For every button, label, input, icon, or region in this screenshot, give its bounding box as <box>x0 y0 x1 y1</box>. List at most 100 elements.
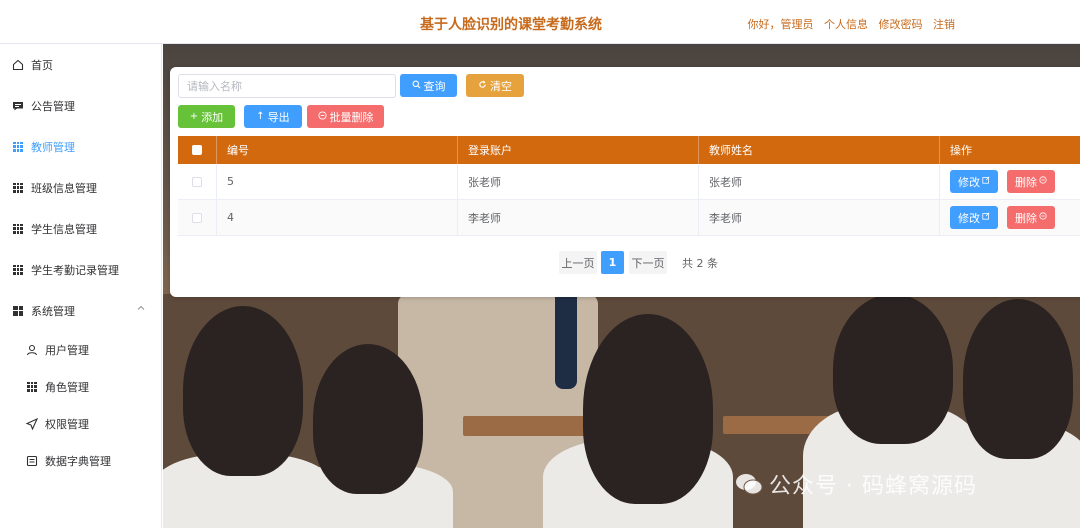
sidebar-item-label: 学生信息管理 <box>31 222 97 236</box>
search-input[interactable] <box>178 74 396 98</box>
chevron-up-icon <box>137 305 145 310</box>
add-button-label: 添加 <box>201 110 224 124</box>
send-icon <box>26 417 38 430</box>
cell-account: 李老师 <box>458 200 699 235</box>
cell-actions: 修改 删除 <box>940 200 1080 235</box>
delete-button[interactable]: 删除 <box>1007 170 1055 193</box>
table-row: 5 张老师 张老师 修改 删除 <box>178 164 1080 200</box>
cell-actions: 修改 删除 <box>940 164 1080 199</box>
page-number-button[interactable]: 1 <box>601 251 624 274</box>
user-icon <box>26 344 38 356</box>
background-student <box>583 314 713 504</box>
greeting-text: 你好，管理员 <box>747 18 814 31</box>
sidebar-item-label: 教师管理 <box>31 140 75 154</box>
teacher-management-panel: 查询 清空 + 添加 ↑ 导出 批量删除 编号 登录账户 教师姓名 操作 5 张… <box>170 67 1080 297</box>
watermark-text: 公众号 · 码蜂窝源码 <box>769 474 977 499</box>
grid-icon <box>12 223 24 235</box>
edit-button-label: 修改 <box>958 175 980 189</box>
sidebar-item-announcements[interactable]: 公告管理 <box>0 85 161 126</box>
minus-circle-icon <box>1039 212 1047 223</box>
sidebar-item-label: 角色管理 <box>45 380 89 394</box>
grid-icon <box>12 182 24 194</box>
table-header: 编号 登录账户 教师姓名 操作 <box>178 136 1080 164</box>
sidebar-item-teachers[interactable]: 教师管理 <box>0 126 161 167</box>
sidebar-item-label: 首页 <box>31 58 53 72</box>
watermark: 公众号 · 码蜂窝源码 <box>735 468 977 500</box>
grid-icon <box>12 264 24 276</box>
table-row: 4 李老师 李老师 修改 删除 <box>178 200 1080 236</box>
dictionary-icon <box>26 455 38 467</box>
background-student <box>963 299 1073 459</box>
background-student <box>313 344 423 494</box>
user-area: 你好，管理员 个人信息 修改密码 注销 <box>748 16 956 32</box>
cell-id: 5 <box>217 164 458 199</box>
sidebar-item-label: 权限管理 <box>45 417 89 431</box>
minus-circle-icon <box>1039 176 1047 187</box>
query-button[interactable]: 查询 <box>400 74 457 97</box>
grid-icon <box>12 141 24 153</box>
next-page-button[interactable]: 下一页 <box>629 251 667 274</box>
row-checkbox[interactable] <box>192 176 202 187</box>
row-checkbox[interactable] <box>192 212 202 223</box>
sidebar-item-label: 数据字典管理 <box>45 454 111 468</box>
column-header: 编号 <box>217 136 458 164</box>
cell-name: 张老师 <box>699 164 940 199</box>
select-all-checkbox[interactable] <box>192 145 202 155</box>
column-header: 教师姓名 <box>699 136 940 164</box>
sidebar-item-attendance[interactable]: 学生考勤记录管理 <box>0 249 161 290</box>
sidebar-item-roles[interactable]: 角色管理 <box>0 368 161 405</box>
edit-button-label: 修改 <box>958 211 980 225</box>
sidebar-item-label: 系统管理 <box>31 304 75 318</box>
edit-icon <box>982 212 990 223</box>
delete-button[interactable]: 删除 <box>1007 206 1055 229</box>
batch-delete-button[interactable]: 批量删除 <box>307 105 384 128</box>
sidebar-item-label: 学生考勤记录管理 <box>31 263 119 277</box>
sidebar: 首页 公告管理 教师管理 班级信息管理 学生信息管理 学生考勤记录管理 系统管理… <box>0 44 162 528</box>
column-header: 登录账户 <box>458 136 699 164</box>
sidebar-item-permissions[interactable]: 权限管理 <box>0 405 161 442</box>
sidebar-item-label: 公告管理 <box>31 99 75 113</box>
grid-icon <box>12 305 24 317</box>
sidebar-item-system[interactable]: 系统管理 <box>0 290 161 331</box>
export-button-label: 导出 <box>267 110 290 124</box>
sidebar-item-students[interactable]: 学生信息管理 <box>0 208 161 249</box>
home-icon <box>12 59 24 71</box>
sidebar-item-label: 用户管理 <box>45 343 89 357</box>
logout-link[interactable]: 注销 <box>933 18 955 31</box>
edit-icon <box>982 176 990 187</box>
query-button-label: 查询 <box>423 79 446 93</box>
batch-delete-button-label: 批量删除 <box>329 110 374 124</box>
cell-name: 李老师 <box>699 200 940 235</box>
refresh-icon <box>478 80 487 92</box>
total-count: 共 2 条 <box>680 251 720 274</box>
top-bar: 基于人脸识别的课堂考勤系统 你好，管理员 个人信息 修改密码 注销 <box>0 0 1080 44</box>
cell-id: 4 <box>217 200 458 235</box>
sidebar-item-dictionary[interactable]: 数据字典管理 <box>0 442 161 479</box>
background-tie <box>555 294 577 389</box>
change-password-link[interactable]: 修改密码 <box>879 18 923 31</box>
sidebar-item-label: 班级信息管理 <box>31 181 97 195</box>
teacher-table: 编号 登录账户 教师姓名 操作 5 张老师 张老师 修改 删除 4 李老师 李老… <box>178 136 1080 236</box>
minus-circle-icon <box>317 110 327 123</box>
clear-button-label: 清空 <box>490 79 512 93</box>
edit-button[interactable]: 修改 <box>950 170 998 193</box>
column-header: 操作 <box>940 136 1080 164</box>
prev-page-button[interactable]: 上一页 <box>559 251 597 274</box>
clear-button[interactable]: 清空 <box>466 74 524 97</box>
export-button[interactable]: ↑ 导出 <box>244 105 302 128</box>
background-student <box>833 294 953 444</box>
delete-button-label: 删除 <box>1015 211 1037 225</box>
sidebar-item-home[interactable]: 首页 <box>0 44 161 85</box>
sidebar-item-users[interactable]: 用户管理 <box>0 331 161 368</box>
plus-icon: + <box>189 111 199 122</box>
edit-button[interactable]: 修改 <box>950 206 998 229</box>
grid-icon <box>26 381 38 393</box>
delete-button-label: 删除 <box>1015 175 1037 189</box>
search-icon <box>412 80 421 92</box>
wechat-icon <box>736 474 763 495</box>
pagination: 上一页 1 下一页 共 2 条 <box>170 251 1080 275</box>
profile-link[interactable]: 个人信息 <box>824 18 868 31</box>
add-button[interactable]: + 添加 <box>178 105 235 128</box>
sidebar-item-classes[interactable]: 班级信息管理 <box>0 167 161 208</box>
arrow-up-icon: ↑ <box>256 111 265 122</box>
